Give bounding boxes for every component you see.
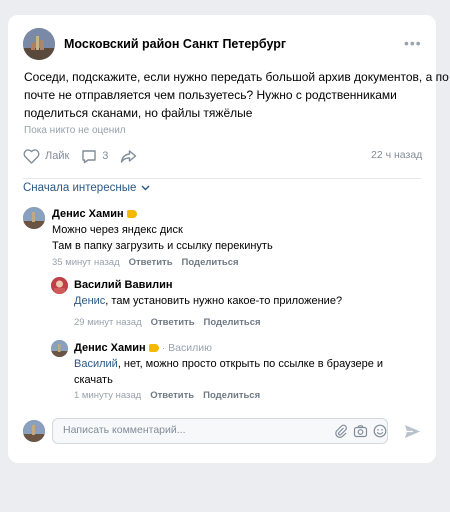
comment-text-rest: , там установить нужно какое-то приложен… xyxy=(105,295,343,307)
heart-icon xyxy=(23,148,40,164)
reply-to-label[interactable]: · Василию xyxy=(162,342,212,354)
comment-text: Можно через яндекс диск Там в папку загр… xyxy=(52,223,273,254)
post-text-line: почте не отправляется чем пользуетесь? Н… xyxy=(24,88,397,102)
fist-emoji-icon xyxy=(126,210,137,219)
comment-input-box xyxy=(52,418,388,444)
comment-author[interactable]: Денис Хамин · Василию xyxy=(74,342,212,354)
sort-dropdown[interactable]: Сначала интересные xyxy=(23,182,150,194)
comment-author[interactable]: Денис Хамин xyxy=(52,208,137,220)
comment-meta: 1 минуту назад Ответить Поделиться xyxy=(74,390,260,401)
mention-link[interactable]: Денис xyxy=(74,295,105,307)
avatar[interactable] xyxy=(51,340,68,357)
share-comment-button[interactable]: Поделиться xyxy=(182,257,239,268)
comment-time[interactable]: 1 минуту назад xyxy=(74,390,141,401)
like-button[interactable]: Лайк xyxy=(23,148,70,164)
post-card: Московский район Санкт Петербург ••• Сос… xyxy=(8,15,449,463)
send-icon[interactable] xyxy=(404,424,421,439)
chevron-down-icon xyxy=(141,185,150,191)
comment-meta: 35 минут назад Ответить Поделиться xyxy=(52,257,239,268)
comment-author[interactable]: Василий Вавилин xyxy=(74,279,173,291)
reply-button[interactable]: Ответить xyxy=(151,317,195,328)
comment-meta: 29 минут назад Ответить Поделиться xyxy=(74,317,261,328)
mention-link[interactable]: Василий xyxy=(74,358,118,370)
comment-text: Василий, нет, можно просто открыть по сс… xyxy=(74,357,383,388)
comment-button[interactable]: 3 xyxy=(81,149,108,164)
share-comment-button[interactable]: Поделиться xyxy=(204,317,261,328)
comment-author-name: Денис Хамин xyxy=(74,342,146,354)
avatar[interactable] xyxy=(23,207,45,229)
comment-time[interactable]: 29 минут назад xyxy=(74,317,142,328)
share-icon xyxy=(121,149,137,163)
share-comment-button[interactable]: Поделиться xyxy=(203,390,260,401)
comment-text-rest: , нет, можно просто открыть по ссылке в … xyxy=(117,358,384,370)
divider xyxy=(23,178,421,179)
reply-button[interactable]: Ответить xyxy=(150,390,194,401)
comment-icon xyxy=(82,149,96,163)
attach-icon[interactable] xyxy=(334,424,348,438)
avatar[interactable] xyxy=(51,277,68,294)
comment-text-line: скачать xyxy=(74,373,113,386)
post-time[interactable]: 22 ч назад xyxy=(371,149,422,161)
camera-icon[interactable] xyxy=(353,424,368,438)
like-label: Лайк xyxy=(45,150,70,162)
more-icon[interactable]: ••• xyxy=(404,35,422,51)
post-text-line: поделиться сканами, но файлы тяжёлые xyxy=(24,106,253,120)
likers-text: Пока никто не оценил xyxy=(24,125,126,136)
comment-text: Денис, там установить нужно какое-то при… xyxy=(74,294,342,310)
post-text: Соседи, подскажите, если нужно передать … xyxy=(24,68,449,122)
comment-input[interactable] xyxy=(63,424,313,436)
emoji-icon[interactable] xyxy=(373,424,387,438)
fist-emoji-icon xyxy=(148,344,159,353)
share-button[interactable] xyxy=(120,149,142,164)
group-avatar[interactable] xyxy=(23,28,55,60)
sort-label: Сначала интересные xyxy=(23,182,137,194)
comment-author-name: Денис Хамин xyxy=(52,208,124,220)
comments-count: 3 xyxy=(102,150,109,162)
comment-text-line: Там в папку загрузить и ссылку перекинут… xyxy=(52,239,273,252)
comment-text-line: Можно через яндекс диск xyxy=(52,224,183,236)
group-name[interactable]: Московский район Санкт Петербург xyxy=(64,37,286,51)
post-text-line: Соседи, подскажите, если нужно передать … xyxy=(24,70,449,84)
reply-button[interactable]: Ответить xyxy=(129,257,173,268)
post-actions: Лайк 3 xyxy=(23,146,154,166)
comment-time[interactable]: 35 минут назад xyxy=(52,257,120,268)
current-user-avatar[interactable] xyxy=(23,420,45,442)
